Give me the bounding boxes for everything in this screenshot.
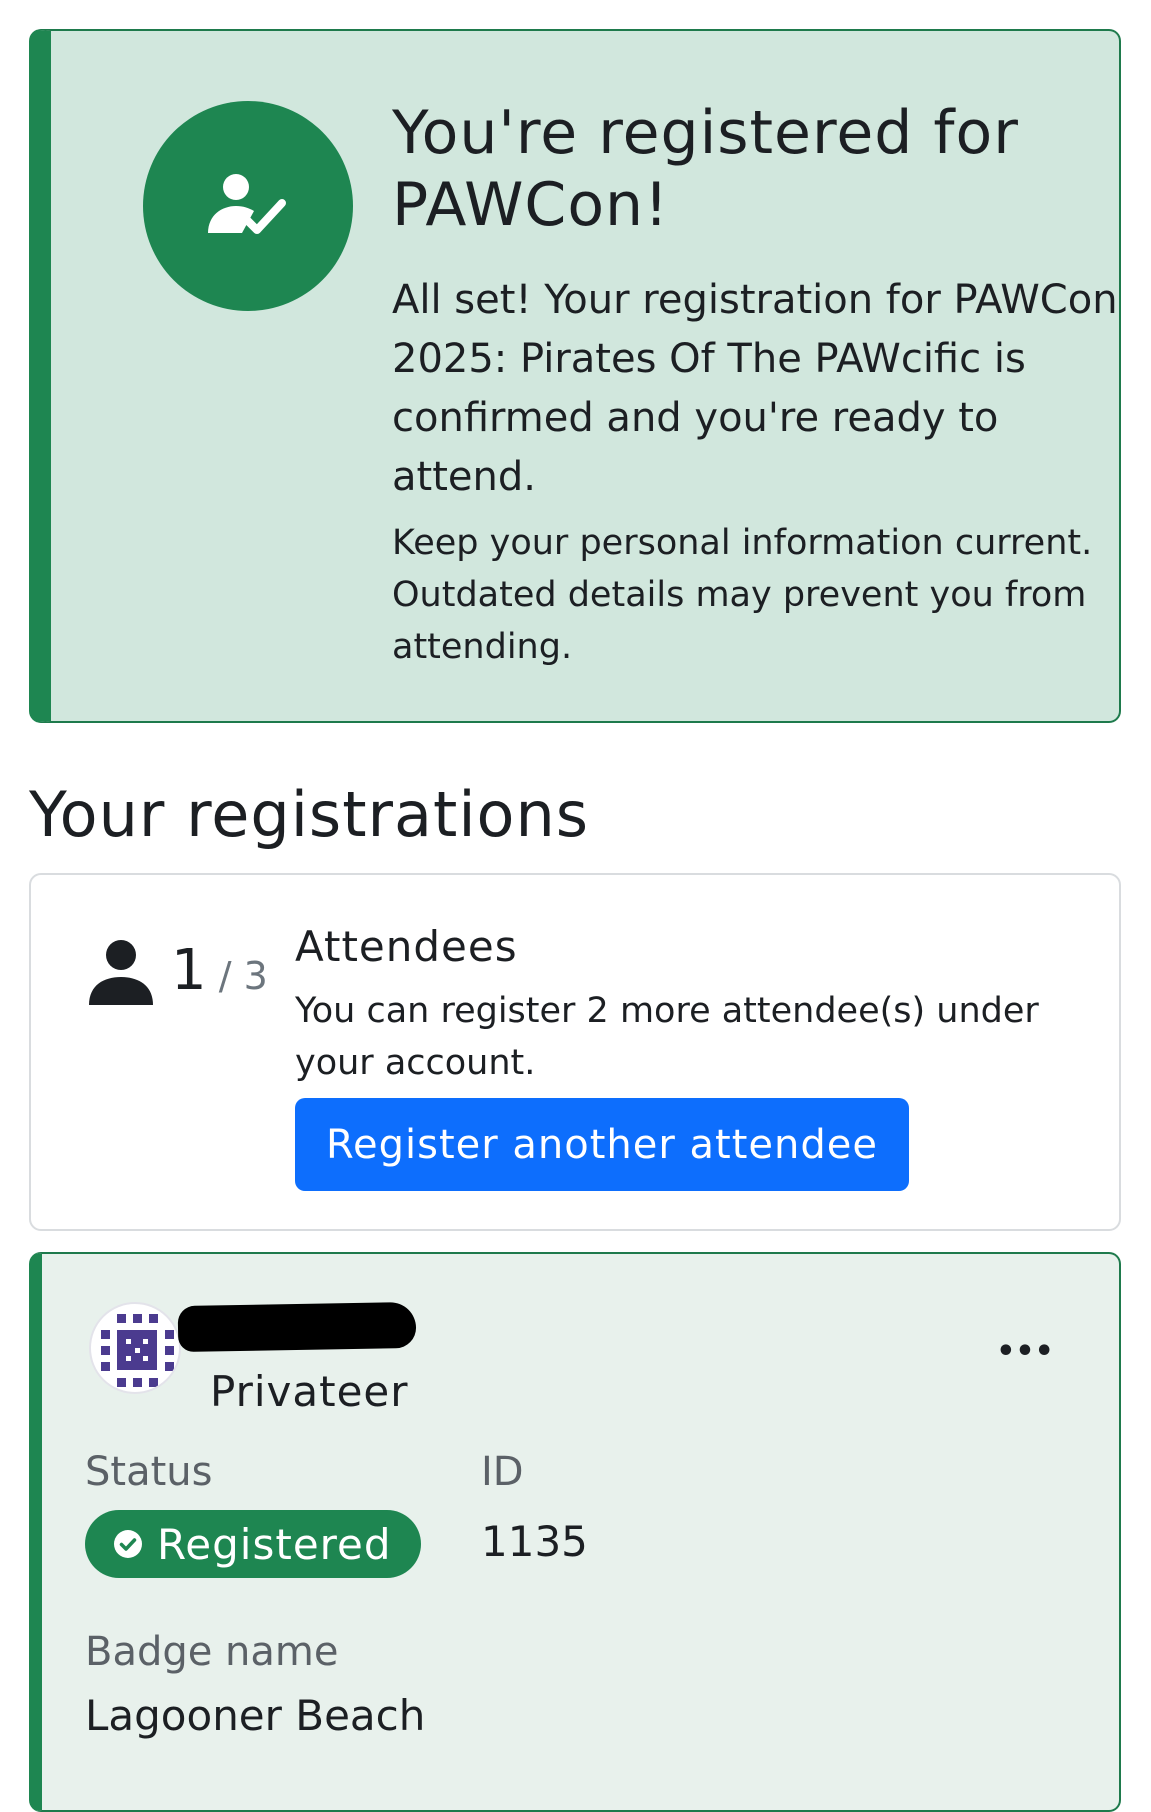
more-options-icon[interactable]: ••• (995, 1332, 1055, 1372)
status-value: Registered (157, 1519, 392, 1569)
attendee-count-current: 1 (171, 938, 207, 1003)
attendee-count: 1 / 3 (171, 939, 268, 1008)
registrations-heading: Your registrations (29, 778, 590, 851)
registration-card: Privateer ••• Status Registered ID 1135 … (29, 1252, 1121, 1812)
redacted-name (177, 1301, 417, 1353)
attendee-count-separator: / (218, 954, 232, 998)
alert-note: Keep your personal information current. … (392, 523, 1093, 667)
register-another-attendee-button[interactable]: Register another attendee (295, 1098, 909, 1191)
badge-name-value: Lagooner Beach (85, 1691, 426, 1740)
attendees-title: Attendees (295, 922, 518, 971)
attendees-card: 1 / 3 Attendees You can register 2 more … (29, 873, 1121, 1231)
attendees-description: You can register 2 more attendee(s) unde… (295, 991, 1039, 1083)
id-value: 1135 (481, 1517, 588, 1566)
status-badge: Registered (85, 1510, 421, 1578)
badge-name-label: Badge name (85, 1629, 339, 1675)
alert-body: All set! Your registration for PAWCon 20… (392, 277, 1118, 500)
user-check-icon (143, 101, 353, 311)
pixel-avatar-icon (89, 1302, 181, 1394)
registration-success-alert: You're registered for PAWCon! All set! Y… (29, 29, 1121, 723)
id-label: ID (481, 1449, 524, 1495)
alert-title: You're registered for PAWCon! (392, 98, 1019, 240)
status-label: Status (85, 1449, 213, 1495)
person-icon (89, 940, 153, 1005)
registration-tier: Privateer (210, 1367, 409, 1416)
attendee-count-total: 3 (243, 954, 268, 998)
check-circle-icon (114, 1530, 142, 1558)
